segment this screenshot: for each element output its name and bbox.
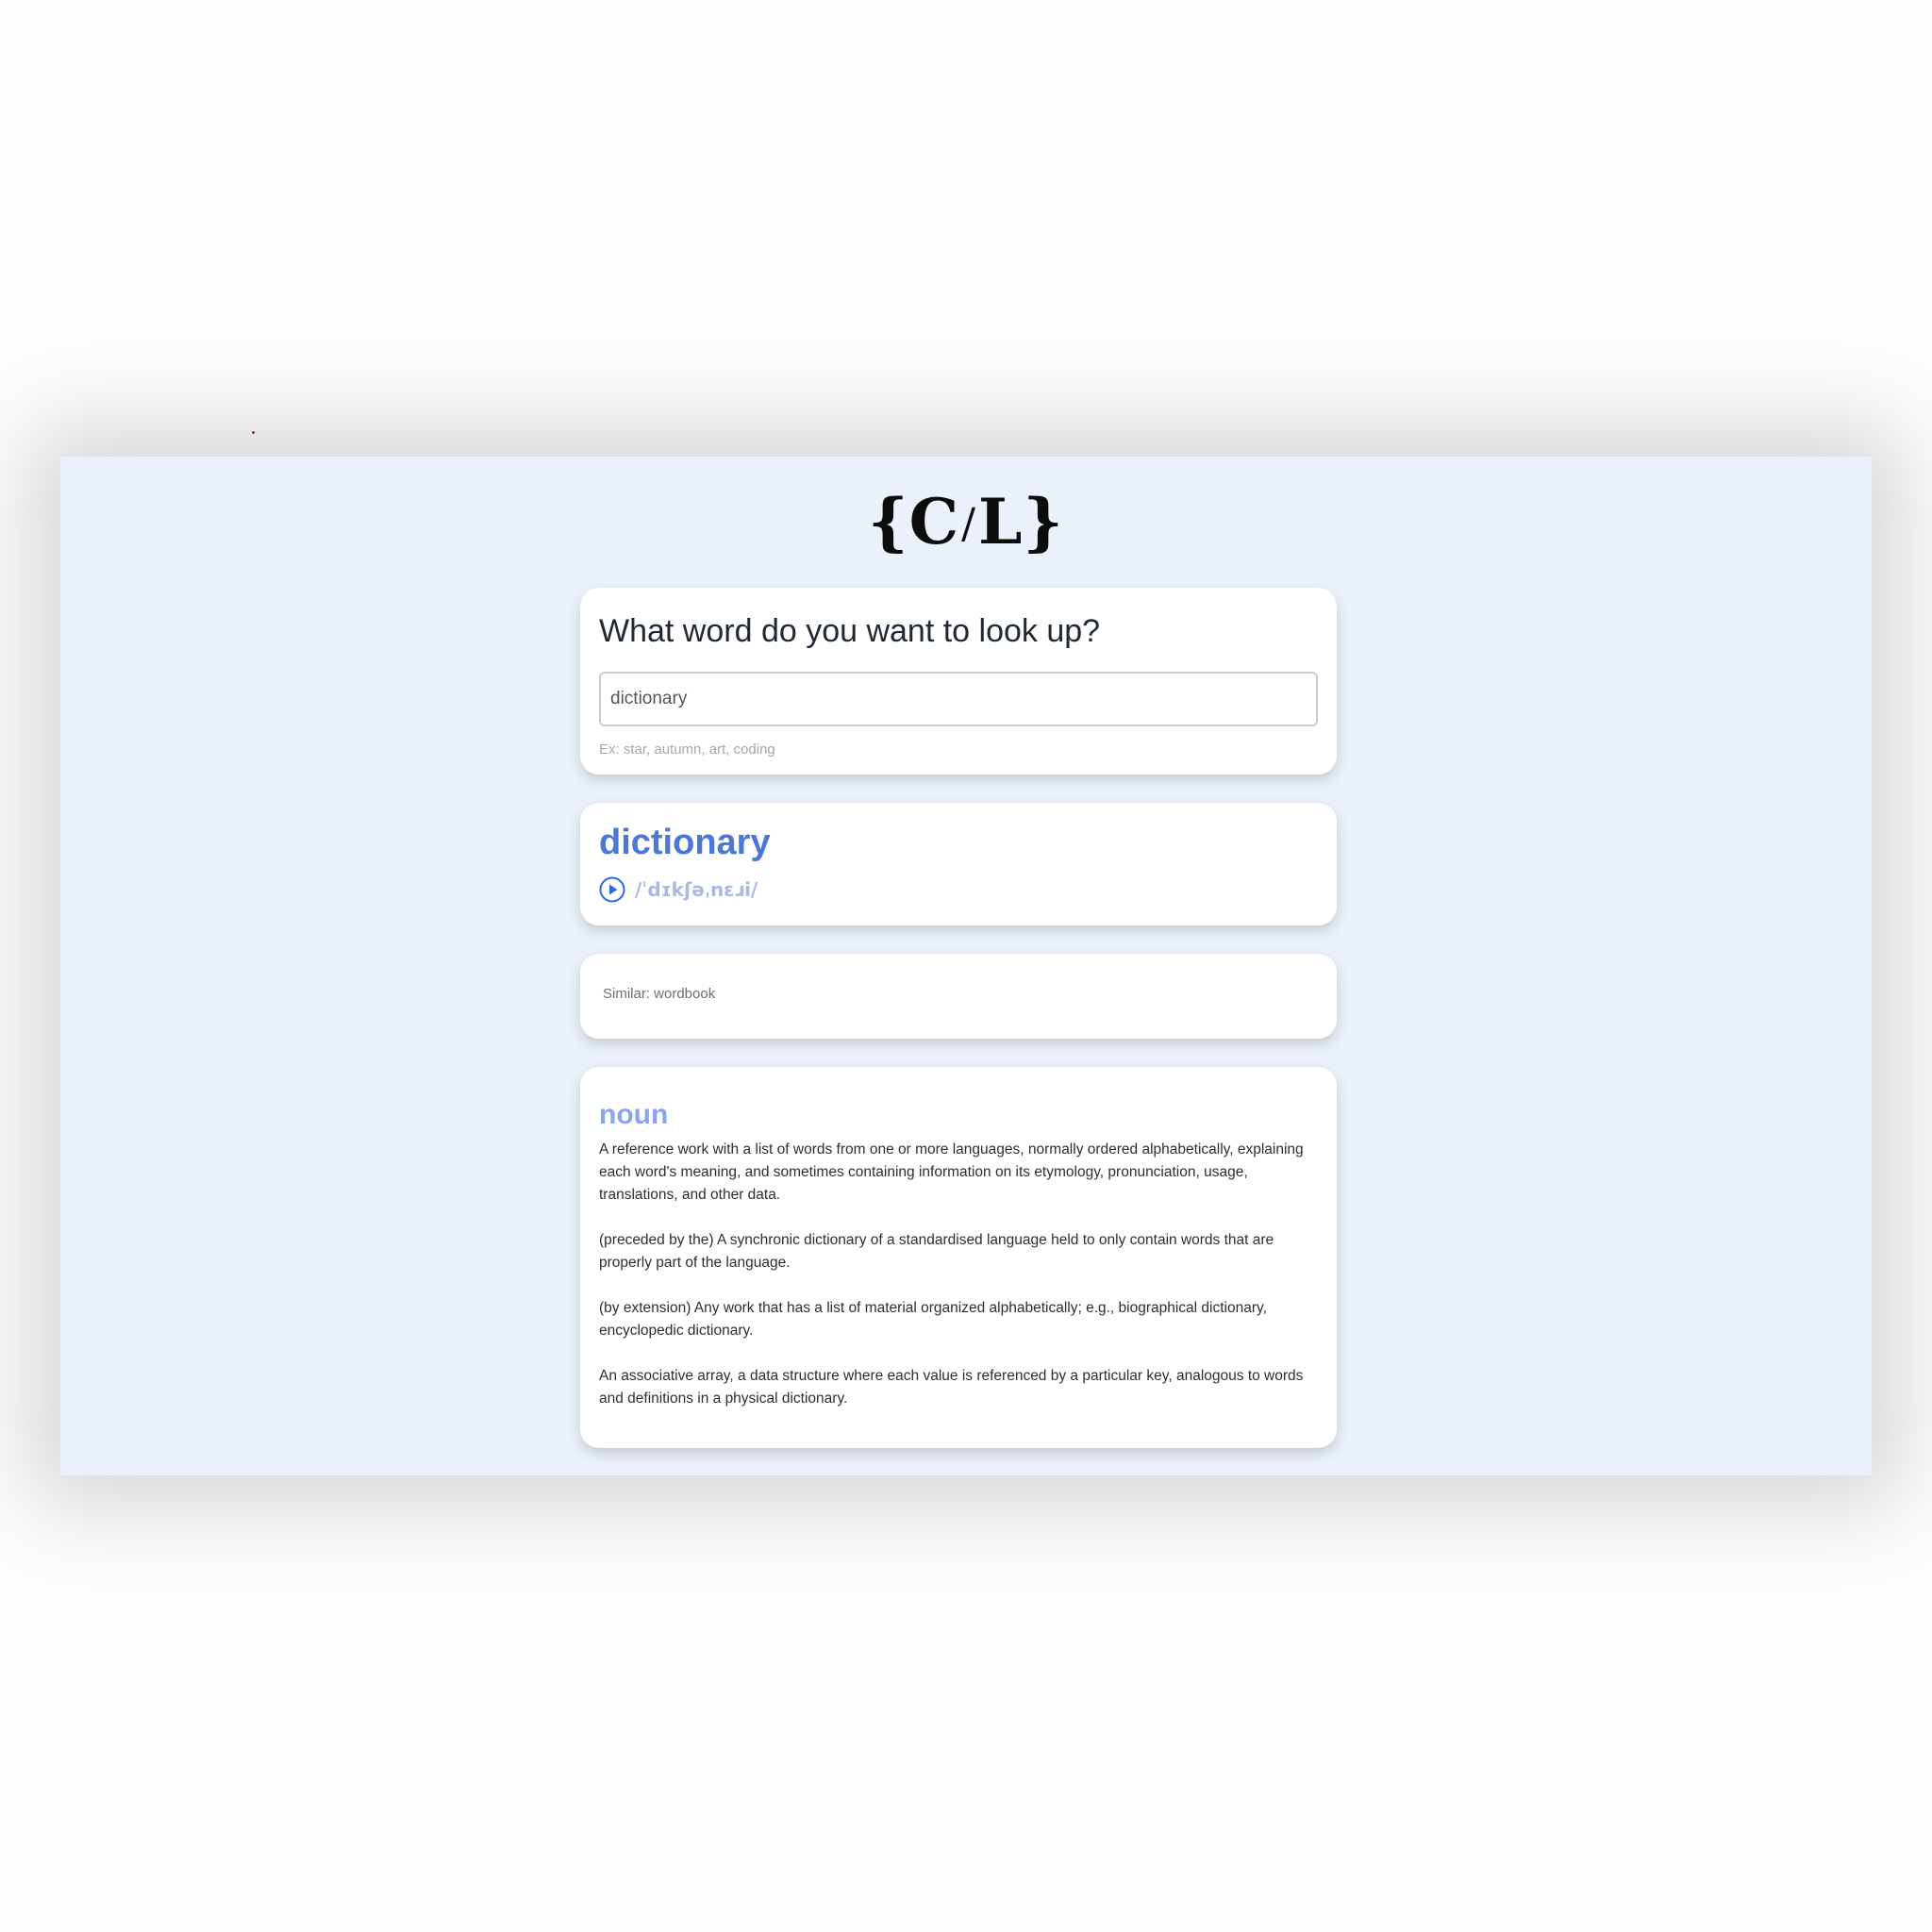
definition-item: An associative array, a data structure w… xyxy=(599,1368,1304,1407)
cursor-dot xyxy=(252,431,255,434)
search-question: What word do you want to look up? xyxy=(599,613,1101,649)
definition-item: A reference work with a list of words fr… xyxy=(599,1141,1304,1203)
logo: {C/L} xyxy=(60,491,1872,553)
similar-card: Similar: wordbook xyxy=(580,954,1337,1039)
logo-open: {C xyxy=(868,485,960,558)
headword: dictionary xyxy=(599,823,771,862)
logo-slash: / xyxy=(961,500,976,548)
play-circle-icon[interactable] xyxy=(599,876,625,903)
definition-item: (by extension) Any work that has a list … xyxy=(599,1300,1267,1339)
logo-close: L} xyxy=(977,485,1064,558)
search-input[interactable] xyxy=(599,672,1318,726)
meaning-card: noun A reference work with a list of wor… xyxy=(580,1067,1337,1448)
phonetic-row: /ˈdɪkʃəˌnɛɹi/ xyxy=(599,876,758,903)
definition-item: (preceded by the) A synchronic dictionar… xyxy=(599,1232,1274,1271)
definition-list: A reference work with a list of words fr… xyxy=(599,1139,1322,1433)
word-card: dictionary /ˈdɪkʃəˌnɛɹi/ xyxy=(580,803,1337,925)
search-card: What word do you want to look up? Ex: st… xyxy=(580,588,1337,774)
phonetic-text: /ˈdɪkʃəˌnɛɹi/ xyxy=(635,878,758,901)
app-window: {C/L} What word do you want to look up? … xyxy=(60,457,1872,1475)
similar-words: Similar: wordbook xyxy=(603,986,716,1002)
part-of-speech: noun xyxy=(599,1099,669,1130)
search-hint: Ex: star, autumn, art, coding xyxy=(599,741,775,758)
